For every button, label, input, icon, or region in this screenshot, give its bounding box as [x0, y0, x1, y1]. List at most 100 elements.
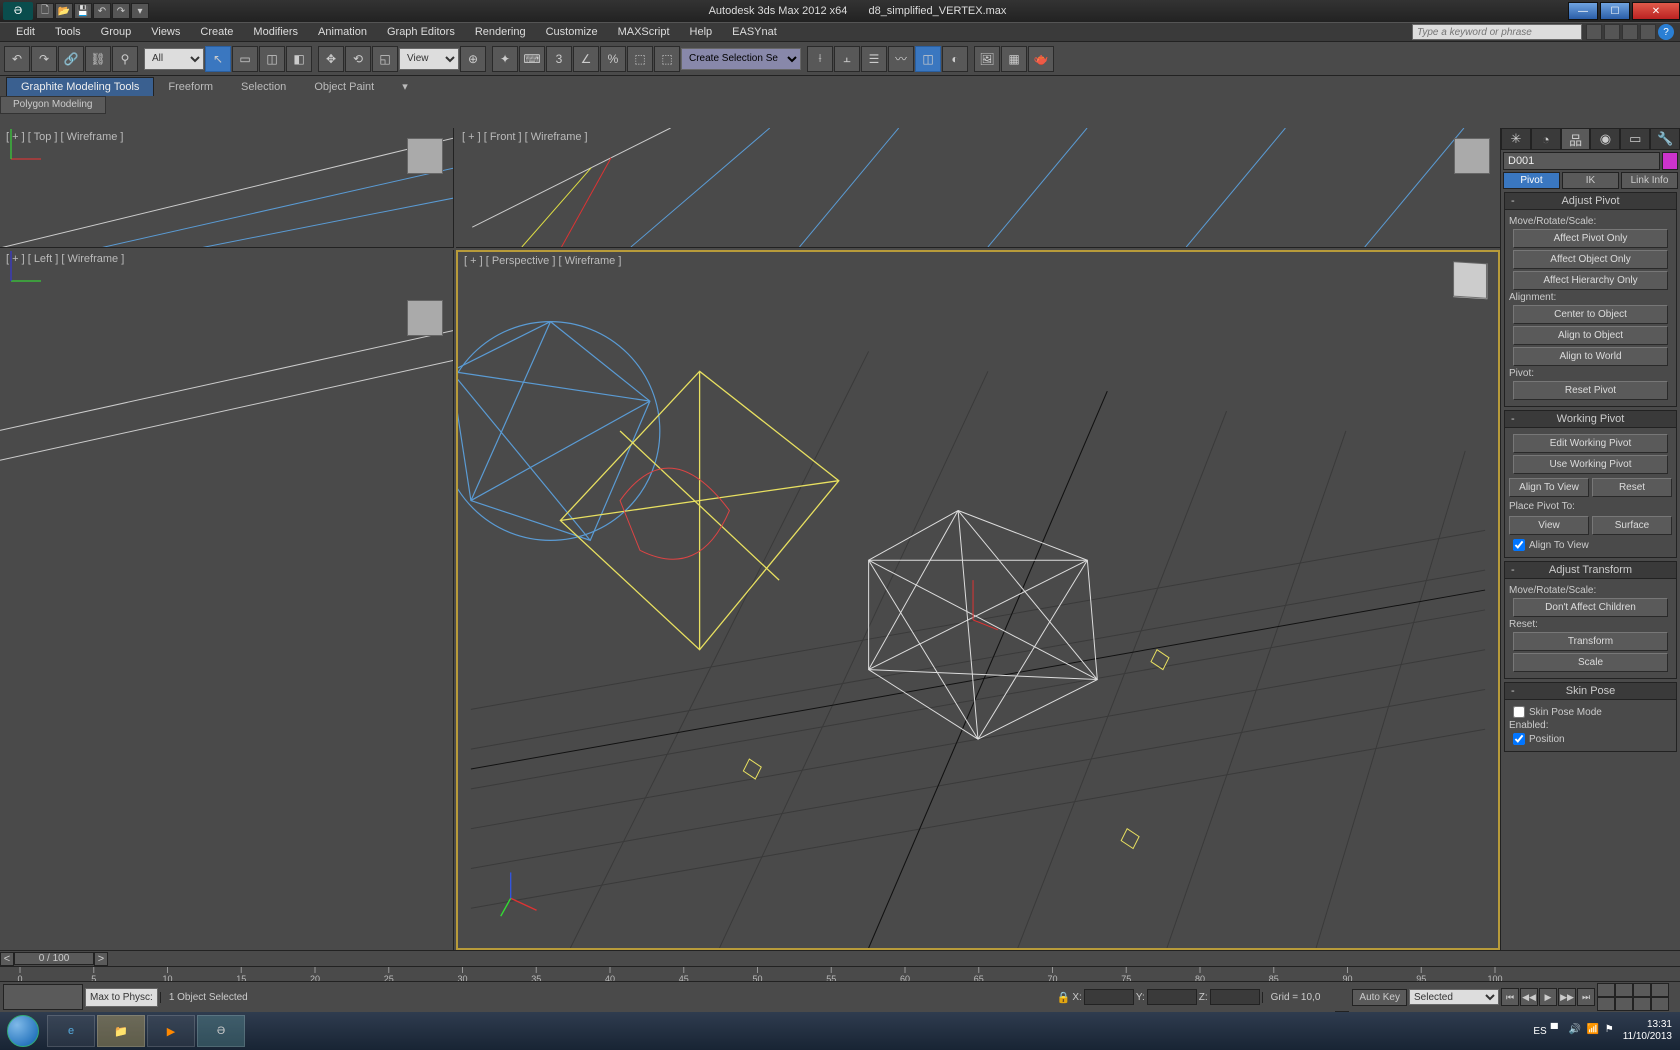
manipulate-button[interactable]: ✦	[492, 46, 518, 72]
zoom-all-button[interactable]	[1615, 983, 1633, 997]
search-input[interactable]	[1412, 24, 1582, 40]
menu-create[interactable]: Create	[190, 26, 243, 38]
rollout-adjust-pivot[interactable]: Adjust Pivot	[1504, 192, 1677, 210]
orbit-button[interactable]	[1633, 997, 1651, 1011]
menu-easynat[interactable]: EASYnat	[722, 26, 787, 38]
material-editor-button[interactable]: ◐	[942, 46, 968, 72]
tray-clock[interactable]: 13:31 11/10/2013	[1623, 1019, 1672, 1043]
coord-x-input[interactable]	[1084, 989, 1134, 1005]
prev-frame-button[interactable]: ◀◀	[1520, 988, 1538, 1006]
schematic-view-button[interactable]: ◫	[915, 46, 941, 72]
named-selection-dropdown[interactable]: Create Selection Se	[681, 48, 801, 70]
tray-action-icon[interactable]: ⚑	[1605, 1024, 1619, 1038]
undo-button[interactable]: ↶	[4, 46, 30, 72]
fov-button[interactable]	[1597, 997, 1615, 1011]
task-media[interactable]: ▶	[147, 1015, 195, 1047]
align-to-object-button[interactable]: Align to Object	[1513, 326, 1668, 345]
tab-create-icon[interactable]: ✳	[1501, 128, 1531, 150]
ribbon-tab-selection[interactable]: Selection	[227, 78, 300, 96]
pan-button[interactable]	[1615, 997, 1633, 1011]
render-setup-button[interactable]: 🖼	[974, 46, 1000, 72]
zoom-button[interactable]	[1597, 983, 1615, 997]
lock-icon[interactable]: 🔒	[1057, 991, 1071, 1004]
tray-lang[interactable]: ES	[1533, 1026, 1546, 1037]
viewcube-persp[interactable]	[1453, 261, 1487, 299]
spinner-snap-button[interactable]: ⬚	[627, 46, 653, 72]
tray-network-icon[interactable]: 📶	[1587, 1024, 1601, 1038]
viewport-top[interactable]: [ + ] [ Top ] [ Wireframe ]	[0, 128, 454, 248]
menu-edit[interactable]: Edit	[6, 26, 45, 38]
snap-button[interactable]: 3	[546, 46, 572, 72]
center-to-object-button[interactable]: Center to Object	[1513, 305, 1668, 324]
menu-tools[interactable]: Tools	[45, 26, 91, 38]
menu-customize[interactable]: Customize	[536, 26, 608, 38]
menu-help[interactable]: Help	[680, 26, 723, 38]
timeline-ruler[interactable]: 0510152025303540455055606570758085909510…	[0, 966, 1680, 982]
ribbon-tab-graphite[interactable]: Graphite Modeling Tools	[6, 77, 154, 96]
task-3dsmax[interactable]: Ə	[197, 1015, 245, 1047]
timeslider-frame[interactable]: 0 / 100	[14, 952, 94, 965]
place-pivot-surface-button[interactable]: Surface	[1592, 516, 1672, 535]
tray-flag-icon[interactable]: ▀	[1551, 1024, 1565, 1038]
play-button[interactable]: ▶	[1539, 988, 1557, 1006]
ribbon-expand-icon[interactable]: ▾	[388, 77, 422, 96]
affect-object-only-button[interactable]: Affect Object Only	[1513, 250, 1668, 269]
maximize-vp-button[interactable]	[1651, 997, 1669, 1011]
ribbon-tab-freeform[interactable]: Freeform	[154, 78, 227, 96]
trackbar-thumb[interactable]	[3, 984, 83, 1010]
rollout-adjust-transform[interactable]: Adjust Transform	[1504, 561, 1677, 579]
viewport-front-label[interactable]: [ + ] [ Front ] [ Wireframe ]	[462, 131, 588, 143]
skin-pose-mode-checkbox[interactable]: Skin Pose Mode	[1513, 706, 1668, 718]
keyboard-shortcut-button[interactable]: ⌨	[519, 46, 545, 72]
menu-maxscript[interactable]: MAXScript	[608, 26, 680, 38]
select-region-button[interactable]: ◫	[259, 46, 285, 72]
subtab-ik[interactable]: IK	[1562, 172, 1619, 189]
link-button[interactable]: 🔗	[58, 46, 84, 72]
align-to-view-checkbox[interactable]: Align To View	[1513, 539, 1668, 551]
layers-button[interactable]: ☰	[861, 46, 887, 72]
select-name-button[interactable]: ▭	[232, 46, 258, 72]
task-explorer[interactable]: 📁	[97, 1015, 145, 1047]
tab-motion-icon[interactable]: ◉	[1590, 128, 1620, 150]
window-crossing-button[interactable]: ◧	[286, 46, 312, 72]
object-color-swatch[interactable]	[1662, 152, 1678, 170]
app-icon[interactable]: Ə	[3, 2, 33, 20]
rollout-working-pivot[interactable]: Working Pivot	[1504, 410, 1677, 428]
qat-more-icon[interactable]: ▾	[131, 3, 149, 19]
start-button[interactable]	[0, 1013, 46, 1049]
menu-modifiers[interactable]: Modifiers	[243, 26, 308, 38]
timeslider-next[interactable]: >	[94, 952, 108, 966]
percent-snap-button[interactable]: %	[600, 46, 626, 72]
render-button[interactable]: 🫖	[1028, 46, 1054, 72]
position-checkbox[interactable]: Position	[1513, 733, 1668, 745]
viewport-left[interactable]: [ + ] [ Left ] [ Wireframe ]	[0, 250, 454, 950]
menu-rendering[interactable]: Rendering	[465, 26, 536, 38]
subtab-linkinfo[interactable]: Link Info	[1621, 172, 1678, 189]
redo-icon[interactable]: ↷	[112, 3, 130, 19]
undo-icon[interactable]: ↶	[93, 3, 111, 19]
favorites-icon[interactable]	[1622, 24, 1638, 40]
pivot-center-button[interactable]: ⊕	[460, 46, 486, 72]
ribbon-tab-objectpaint[interactable]: Object Paint	[300, 78, 388, 96]
affect-hierarchy-only-button[interactable]: Affect Hierarchy Only	[1513, 271, 1668, 290]
menu-animation[interactable]: Animation	[308, 26, 377, 38]
menu-views[interactable]: Views	[141, 26, 190, 38]
align-to-view-button[interactable]: Align To View	[1509, 478, 1589, 497]
save-icon[interactable]: 💾	[74, 3, 92, 19]
rotate-button[interactable]: ⟲	[345, 46, 371, 72]
edit-working-pivot-button[interactable]: Edit Working Pivot	[1513, 434, 1668, 453]
align-to-world-button[interactable]: Align to World	[1513, 347, 1668, 366]
move-button[interactable]: ✥	[318, 46, 344, 72]
close-button[interactable]: ✕	[1632, 2, 1680, 20]
zoom-extents-all-button[interactable]	[1651, 983, 1669, 997]
subtab-pivot[interactable]: Pivot	[1503, 172, 1560, 189]
scale-button[interactable]: ◱	[372, 46, 398, 72]
tab-utilities-icon[interactable]: 🔧	[1650, 128, 1680, 150]
next-frame-button[interactable]: ▶▶	[1558, 988, 1576, 1006]
goto-end-button[interactable]: ⏭	[1577, 988, 1595, 1006]
ribbon-panel-polygon[interactable]: Polygon Modeling	[0, 96, 106, 114]
tab-display-icon[interactable]: ▭	[1620, 128, 1650, 150]
open-icon[interactable]: 📂	[55, 3, 73, 19]
tab-hierarchy-icon[interactable]: 品	[1561, 128, 1591, 150]
coord-z-input[interactable]	[1210, 989, 1260, 1005]
